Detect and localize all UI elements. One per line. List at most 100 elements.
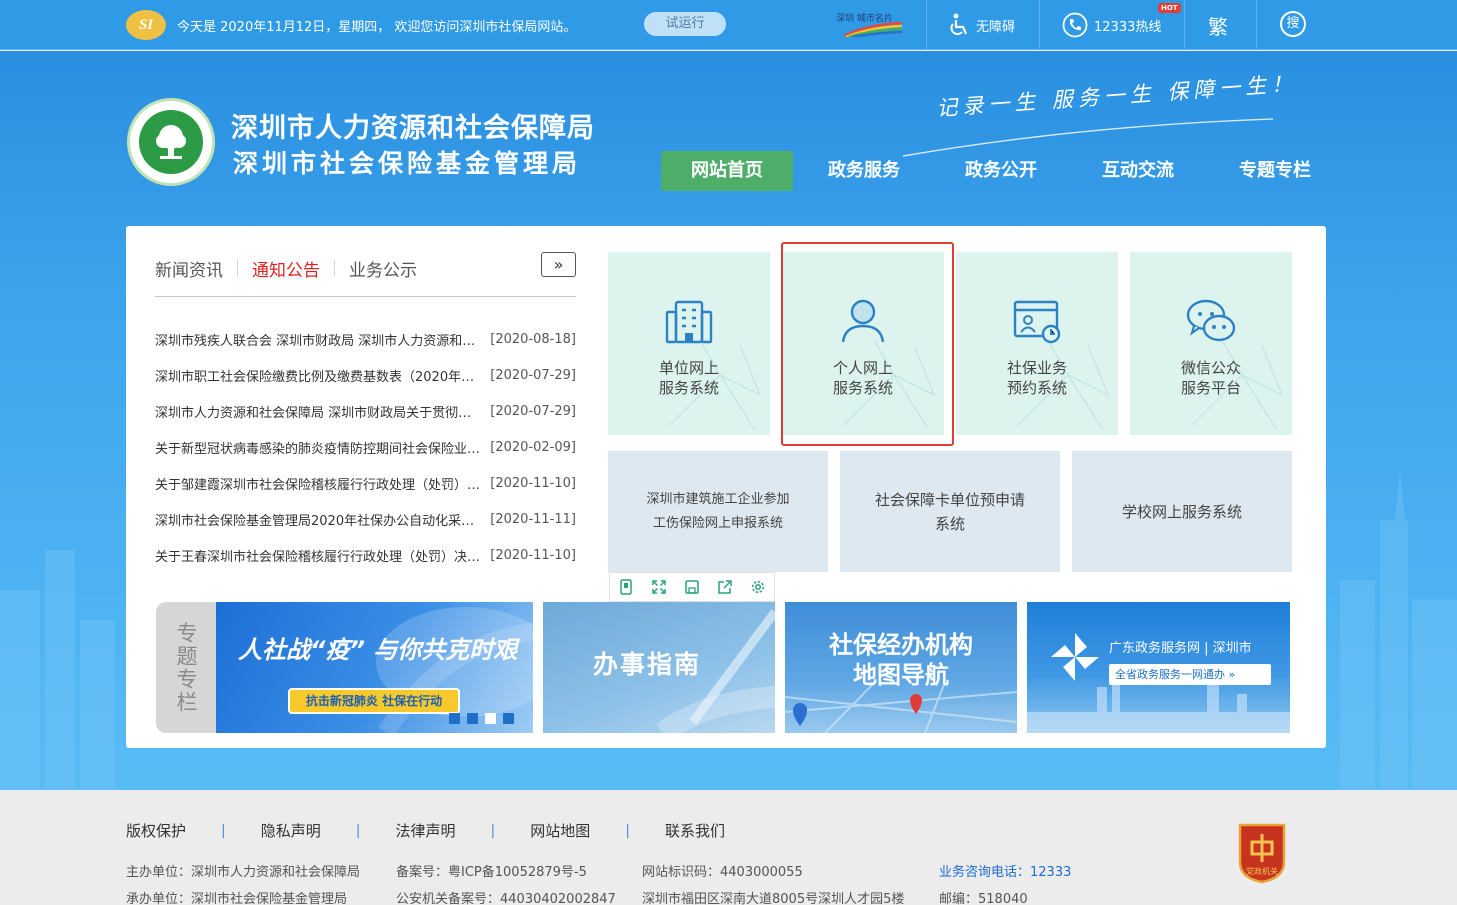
news-item-title: 深圳市残疾人联合会 深圳市财政局 深圳市人力资源和社会保障局关于… bbox=[155, 333, 481, 349]
banner-service-guide[interactable]: 办事指南 bbox=[543, 602, 775, 733]
service-tile-social-card[interactable]: 社会保障卡单位预申请 系统 bbox=[840, 451, 1060, 572]
footer-divider: | bbox=[625, 822, 630, 839]
banner-gd-title: 广东政务服务网 | 深圳市 bbox=[1109, 641, 1252, 656]
banner-guide-label: 办事指南 bbox=[593, 650, 702, 679]
special-column-label: 专题专栏 bbox=[174, 621, 198, 714]
news-item[interactable]: 深圳市人力资源和社会保障局 深圳市财政局关于贯彻落实… [2020-07-29] bbox=[155, 401, 576, 421]
divider bbox=[1256, 0, 1257, 50]
accessibility-label: 无障碍 bbox=[976, 19, 1016, 35]
shenzhen-city-logo[interactable]: 深圳 城市名片 bbox=[836, 11, 904, 39]
tab-divider bbox=[334, 259, 335, 277]
search-button[interactable]: 搜 bbox=[1280, 11, 1306, 37]
service-label: 微信公众 服务平台 bbox=[1180, 359, 1241, 397]
save-icon[interactable] bbox=[683, 578, 701, 596]
nav-home[interactable]: 网站首页 bbox=[661, 151, 793, 191]
banner-guangdong-gov-services[interactable]: 广东政务服务网 | 深圳市 全省政务服务一网通办 » bbox=[1027, 602, 1290, 733]
wechat-icon bbox=[1186, 299, 1236, 342]
nav-special-topics[interactable]: 专题专栏 bbox=[1209, 151, 1341, 191]
footer: 版权保护 | 隐私声明 | 法律声明 | 网站地图 | 联系我们 主办单位：深圳… bbox=[0, 790, 1457, 905]
footer-icp[interactable]: 备案号：粤ICP备10052879号-5 bbox=[396, 861, 587, 880]
footer-link-sitemap[interactable]: 网站地图 bbox=[530, 820, 590, 841]
service-tile-school[interactable]: 学校网上服务系统 bbox=[1072, 451, 1292, 572]
trial-run-button[interactable]: 试运行 bbox=[644, 12, 726, 36]
gear-icon[interactable] bbox=[749, 578, 767, 596]
news-item-date: [2020-07-29] bbox=[490, 403, 576, 419]
building-icon bbox=[665, 300, 713, 344]
carousel-dot[interactable] bbox=[449, 713, 460, 724]
news-item-date: [2020-11-10] bbox=[490, 475, 576, 491]
service-tile-enterprise[interactable]: 单位网上 服务系统 bbox=[608, 252, 770, 435]
carousel-dots bbox=[449, 713, 514, 724]
news-item-date: [2020-07-29] bbox=[490, 367, 576, 383]
service-label: 社会保障卡单位预申请 系统 bbox=[874, 490, 1025, 533]
service-label: 学校网上服务系统 bbox=[1121, 502, 1242, 521]
double-chevron-right-icon: » bbox=[553, 255, 564, 274]
news-item-title: 关于邹建霞深圳市社会保险稽核履行行政处理（处罚）决定书… bbox=[155, 477, 481, 493]
footer-undertaker: 承办单位：深圳市社会保险基金管理局 bbox=[126, 892, 348, 905]
hotline-link[interactable]: 12333热线 bbox=[1062, 0, 1161, 50]
service-tile-construction-injury[interactable]: 深圳市建筑施工企业参加 工伤保险网上申报系统 bbox=[608, 451, 828, 572]
divider bbox=[1184, 0, 1185, 50]
news-item[interactable]: 深圳市社会保险基金管理局2020年社保办公自动化采购项目… [2020-11-1… bbox=[155, 509, 576, 529]
site-subtitle: 深圳市社会保险基金管理局 bbox=[233, 149, 582, 178]
party-government-badge[interactable]: 党政机关 bbox=[1237, 822, 1287, 884]
news-item[interactable]: 关于邹建霞深圳市社会保险稽核履行行政处理（处罚）决定书… [2020-11-10… bbox=[155, 473, 576, 493]
site-title: 深圳市人力资源和社会保障局 bbox=[231, 113, 595, 144]
footer-link-legal[interactable]: 法律声明 bbox=[395, 820, 455, 841]
news-item-title: 关于新型冠状病毒感染的肺炎疫情防控期间社会保险业务办理… bbox=[155, 441, 481, 457]
banner-fight-subtitle: 抗击新冠肺炎 社保在行动 bbox=[288, 688, 460, 714]
news-item-date: [2020-08-18] bbox=[490, 331, 576, 347]
service-label: 单位网上 服务系统 bbox=[658, 359, 719, 397]
news-divider bbox=[155, 296, 576, 297]
carousel-dot-active[interactable] bbox=[485, 713, 496, 724]
footer-links: 版权保护 | 隐私声明 | 法律声明 | 网站地图 | 联系我们 bbox=[126, 820, 725, 841]
more-news-button[interactable]: » bbox=[541, 252, 576, 277]
news-item-title: 关于王春深圳市社会保险稽核履行行政处理（处罚）决定书… bbox=[155, 549, 481, 565]
banner-map-label: 社保经办机构 地图导航 bbox=[829, 631, 973, 689]
footer-divider: | bbox=[221, 822, 226, 839]
nav-government-disclosure[interactable]: 政务公开 bbox=[935, 151, 1067, 191]
accessibility-link[interactable]: 无障碍 bbox=[948, 0, 1015, 50]
news-item[interactable]: 关于新型冠状病毒感染的肺炎疫情防控期间社会保险业务办理… [2020-02-09… bbox=[155, 437, 576, 457]
service-tile-wechat[interactable]: 微信公众 服务平台 bbox=[1130, 252, 1292, 435]
fullscreen-icon[interactable] bbox=[650, 578, 668, 596]
footer-link-copyright[interactable]: 版权保护 bbox=[126, 820, 186, 841]
banner-fight-epidemic[interactable]: 人社战“疫” 与你共克时艰 抗击新冠肺炎 社保在行动 bbox=[216, 602, 533, 733]
tab-news[interactable]: 新闻资讯 bbox=[155, 256, 223, 281]
footer-postcode: 邮编：518040 bbox=[939, 892, 1028, 905]
news-item-title: 深圳市职工社会保险缴费比例及缴费基数表（2020年7月起） bbox=[155, 369, 481, 385]
service-tile-appointment[interactable]: 社保业务 预约系统 bbox=[956, 252, 1118, 435]
divider bbox=[926, 0, 927, 50]
nav-interaction[interactable]: 互动交流 bbox=[1072, 151, 1204, 191]
party-badge-label: 党政机关 bbox=[1246, 866, 1278, 876]
footer-divider: | bbox=[490, 822, 496, 839]
footer-tel: 业务咨询电话：12333 bbox=[939, 865, 1072, 880]
mobile-icon[interactable] bbox=[617, 578, 635, 596]
tab-business-public[interactable]: 业务公示 bbox=[349, 256, 417, 281]
tab-notices[interactable]: 通知公告 bbox=[252, 256, 320, 281]
nav-government-services[interactable]: 政务服务 bbox=[798, 151, 930, 191]
special-column-tab[interactable]: 专题专栏 bbox=[156, 602, 216, 733]
traditional-chinese-button[interactable]: 繁 bbox=[1208, 11, 1228, 40]
calendar-icon bbox=[1013, 300, 1061, 344]
news-item[interactable]: 深圳市职工社会保险缴费比例及缴费基数表（2020年7月起） [2020-07-2… bbox=[155, 365, 576, 385]
date-welcome-text: 今天是 2020年11月12日，星期四， 欢迎您访问深圳市社保局网站。 bbox=[177, 20, 577, 35]
news-item[interactable]: 关于王春深圳市社会保险稽核履行行政处理（处罚）决定书… [2020-11-10] bbox=[155, 545, 576, 565]
news-item[interactable]: 深圳市残疾人联合会 深圳市财政局 深圳市人力资源和社会保障局关于… [2020-… bbox=[155, 329, 576, 349]
footer-link-privacy[interactable]: 隐私声明 bbox=[261, 820, 321, 841]
divider bbox=[1039, 0, 1040, 50]
phone-icon bbox=[1062, 12, 1088, 38]
news-item-date: [2020-11-10] bbox=[490, 547, 576, 563]
carousel-dot[interactable] bbox=[467, 713, 478, 724]
banner-gd-subtitle: 全省政务服务一网通办 » bbox=[1109, 664, 1271, 685]
wheelchair-icon bbox=[950, 13, 968, 35]
share-icon[interactable] bbox=[716, 578, 734, 596]
carousel-dot[interactable] bbox=[503, 713, 514, 724]
footer-link-contact[interactable]: 联系我们 bbox=[665, 820, 725, 841]
footer-police[interactable]: 公安机关备案号：44030402002847 bbox=[396, 888, 616, 905]
footer-host: 主办单位：深圳市人力资源和社会保障局 bbox=[126, 865, 361, 880]
social-insurance-logo[interactable]: SI bbox=[126, 10, 166, 40]
banner-office-map[interactable]: 社保经办机构 地图导航 bbox=[785, 602, 1017, 733]
tab-divider bbox=[237, 259, 238, 277]
bureau-emblem[interactable] bbox=[127, 98, 215, 186]
